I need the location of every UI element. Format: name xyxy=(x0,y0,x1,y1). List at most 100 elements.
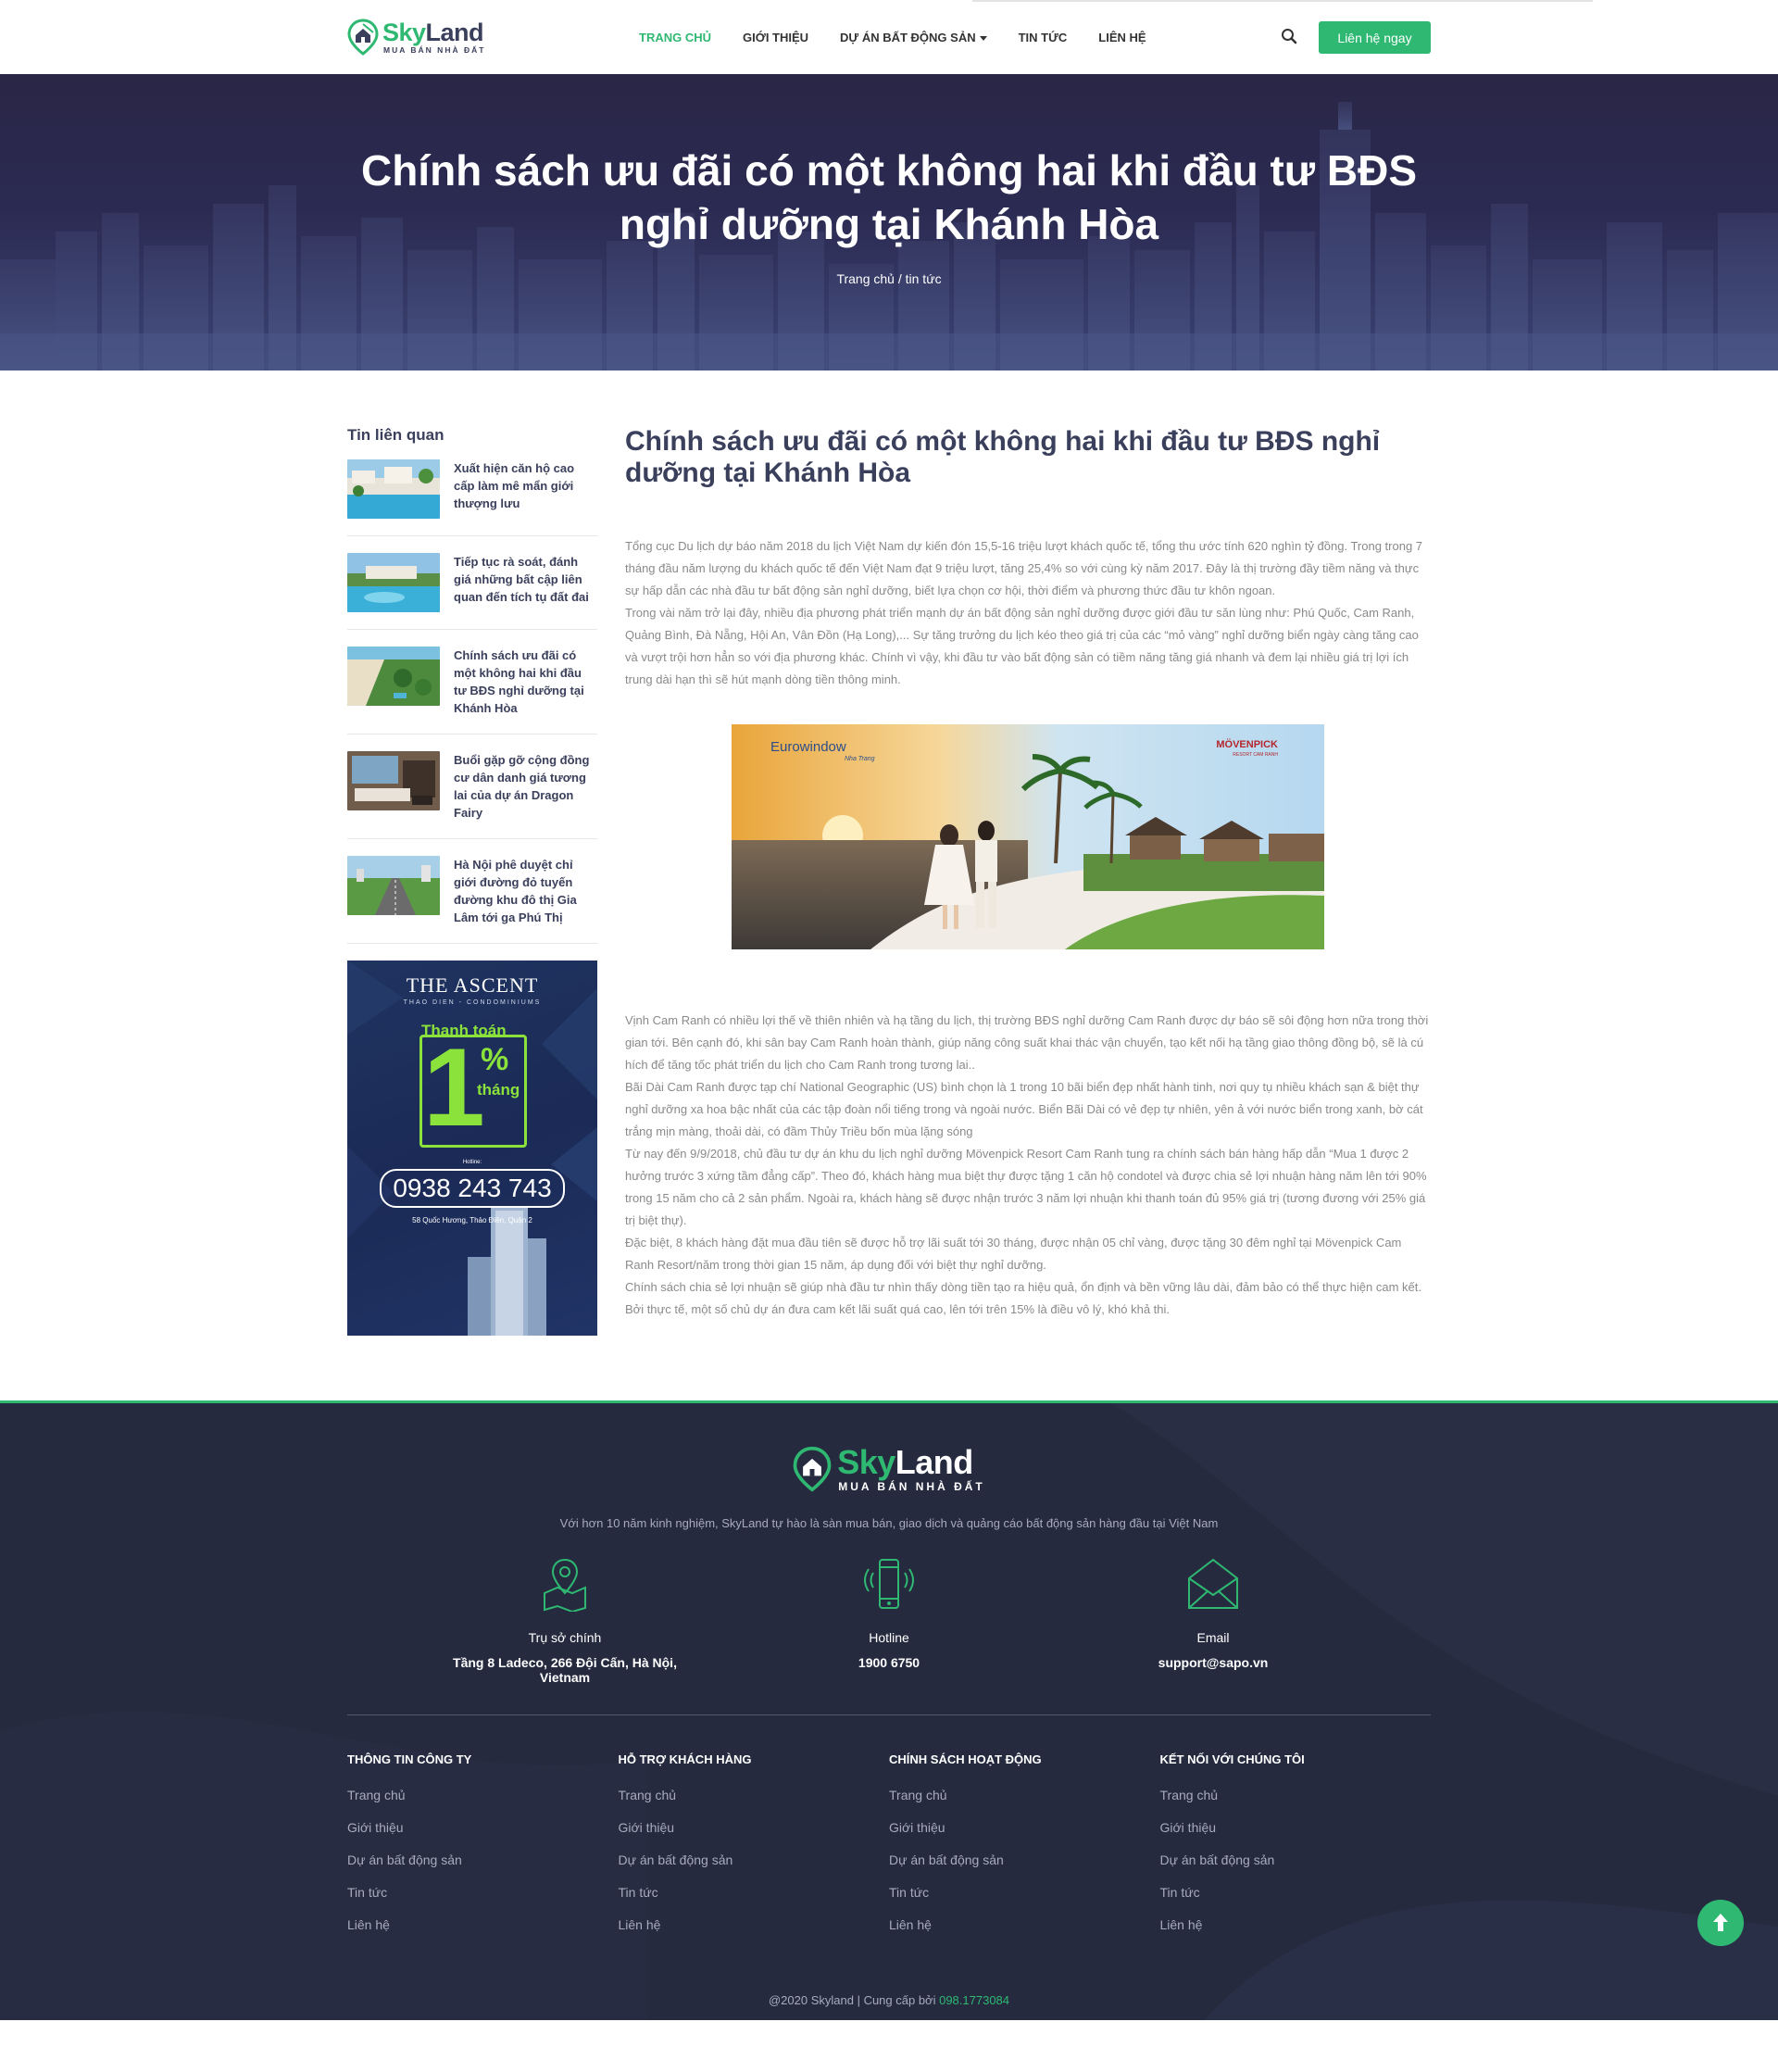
site-footer: SkyLand MUA BÁN NHÀ ĐẤT Với hơn 10 năm k… xyxy=(0,1400,1778,2020)
image-brand-right-sub: RESORT CAM RANH xyxy=(1233,752,1278,758)
article-paragraph: Bãi Dài Cam Ranh được tạp chí National G… xyxy=(625,1080,1423,1138)
envelope-icon xyxy=(1188,1558,1238,1609)
related-news-title[interactable]: Xuất hiện căn hộ cao cấp làm mê mẩn giới… xyxy=(454,459,597,519)
logo-pin-icon xyxy=(347,19,379,56)
footer-col-connect: KẾT NỐI VỚI CHÚNG TÔI Trang chủ Giới thi… xyxy=(1160,1752,1432,1950)
contact-address-value: Tầng 8 Ladeco, 266 Đội Cấn, Hà Nội, Viet… xyxy=(453,1655,677,1685)
footer-link[interactable]: Dự án bất động sản xyxy=(347,1852,619,1867)
article-paragraph: Tổng cục Du lịch dự báo năm 2018 du lịch… xyxy=(625,539,1423,597)
related-news-thumbnail[interactable] xyxy=(347,856,440,915)
footer-link[interactable]: Liên hệ xyxy=(1160,1917,1432,1932)
ad-phone[interactable]: 0938 243 743 xyxy=(380,1169,565,1208)
related-news-title[interactable]: Buổi gặp gỡ cộng đồng cư dân danh giá tư… xyxy=(454,751,597,822)
chevron-down-icon xyxy=(979,35,987,41)
arrow-up-icon[interactable] xyxy=(1697,1900,1744,1946)
related-news-item[interactable]: Hà Nội phê duyệt chỉ giới đường đỏ tuyến… xyxy=(347,856,597,944)
contact-address-label: Trụ sở chính xyxy=(528,1630,602,1645)
sidebar-title: Tin liên quan xyxy=(347,426,444,444)
ad-address: 58 Quốc Hương, Thảo Điền, Quận 2 xyxy=(412,1216,532,1224)
logo-pin-icon xyxy=(793,1446,832,1492)
footer-link[interactable]: Tin tức xyxy=(889,1885,1160,1900)
related-news-thumbnail[interactable] xyxy=(347,459,440,519)
site-header: SkyLand MUA BÁN NHÀ ĐẤT TRANG CHỦ GIỚI T… xyxy=(0,0,1778,74)
ad-hotline-label: Hotline: xyxy=(462,1160,482,1165)
footer-logo-brand-sky: Sky xyxy=(837,1443,895,1481)
nav-item-contact[interactable]: LIÊN HỆ xyxy=(1098,31,1146,44)
footer-link[interactable]: Dự án bất động sản xyxy=(1160,1852,1432,1867)
ad-big-number: 1 xyxy=(423,1025,485,1149)
contact-email: Email support@sapo.vn xyxy=(1074,1556,1352,1685)
nav-item-projects[interactable]: DỰ ÁN BẤT ĐỘNG SẢN xyxy=(840,31,987,44)
footer-contacts: Trụ sở chính Tầng 8 Ladeco, 266 Đội Cấn,… xyxy=(426,1556,1352,1685)
footer-link[interactable]: Dự án bất động sản xyxy=(619,1852,890,1867)
footer-link[interactable]: Tin tức xyxy=(347,1885,619,1900)
footer-link[interactable]: Giới thiệu xyxy=(1160,1820,1432,1835)
contact-hotline-label: Hotline xyxy=(869,1630,909,1645)
contact-hotline-value[interactable]: 1900 6750 xyxy=(750,1655,1028,1670)
footer-columns: THÔNG TIN CÔNG TY Trang chủ Giới thiệu D… xyxy=(347,1752,1431,1950)
related-news-title[interactable]: Tiếp tục rà soát, đánh giá những bất cập… xyxy=(454,553,597,612)
image-brand-left-sub: Nha Trang xyxy=(845,756,875,762)
footer-link[interactable]: Liên hệ xyxy=(619,1917,890,1932)
article: Chính sách ưu đãi có một không hai khi đ… xyxy=(625,426,1431,1336)
copyright-phone-link[interactable]: 098.1773084 xyxy=(939,1993,1009,2007)
footer-logo[interactable]: SkyLand MUA BÁN NHÀ ĐẤT xyxy=(347,1445,1431,1493)
footer-logo-tagline: MUA BÁN NHÀ ĐẤT xyxy=(838,1480,985,1493)
related-news-item[interactable]: Chính sách ưu đãi có một không hai khi đ… xyxy=(347,647,597,735)
footer-col-title: HỖ TRỢ KHÁCH HÀNG xyxy=(618,1752,752,1766)
footer-link[interactable]: Liên hệ xyxy=(889,1917,1160,1932)
article-paragraph: Chính sách chia sẻ lợi nhuận sẽ giúp nhà… xyxy=(625,1280,1421,1316)
footer-link[interactable]: Tin tức xyxy=(619,1885,890,1900)
breadcrumb-home-link[interactable]: Trang chủ xyxy=(836,271,895,286)
contact-hotline: Hotline 1900 6750 xyxy=(750,1556,1028,1685)
footer-link[interactable]: Tin tức xyxy=(1160,1885,1432,1900)
breadcrumb-current: tin tức xyxy=(905,271,942,286)
page-title: Chính sách ưu đãi có một không hai khi đ… xyxy=(360,146,1418,248)
copyright-text: @2020 Skyland | Cung cấp bởi xyxy=(768,1993,940,2007)
image-brand-left: Eurowindow xyxy=(770,739,846,755)
related-news-item[interactable]: Xuất hiện căn hộ cao cấp làm mê mẩn giới… xyxy=(347,459,597,536)
footer-link[interactable]: Giới thiệu xyxy=(889,1820,1160,1835)
article-paragraph: Vịnh Cam Ranh có nhiều lợi thế về thiên … xyxy=(625,1013,1429,1072)
related-news-thumbnail[interactable] xyxy=(347,647,440,706)
footer-link[interactable]: Giới thiệu xyxy=(347,1820,619,1835)
footer-link[interactable]: Trang chủ xyxy=(619,1788,890,1802)
nav-item-news[interactable]: TIN TỨC xyxy=(1019,31,1068,44)
logo-brand-land: Land xyxy=(425,19,484,46)
contact-now-button[interactable]: Liên hệ ngay xyxy=(1319,21,1431,54)
footer-col-policy: CHÍNH SÁCH HOẠT ĐỘNG Trang chủ Giới thiệ… xyxy=(889,1752,1160,1950)
image-brand-right: MÖVENPICK xyxy=(1216,739,1278,750)
article-paragraph: Đặc biệt, 8 khách hàng đặt mua đầu tiên … xyxy=(625,1236,1402,1272)
site-logo[interactable]: SkyLand MUA BÁN NHÀ ĐẤT xyxy=(347,19,625,56)
related-news-title[interactable]: Hà Nội phê duyệt chỉ giới đường đỏ tuyến… xyxy=(454,856,597,926)
footer-link[interactable]: Trang chủ xyxy=(889,1788,1160,1802)
footer-link[interactable]: Trang chủ xyxy=(347,1788,619,1802)
map-pin-icon xyxy=(544,1558,586,1614)
nav-item-home[interactable]: TRANG CHỦ xyxy=(639,31,711,44)
breadcrumb-separator: / xyxy=(894,271,906,286)
phone-icon xyxy=(864,1559,914,1609)
footer-link[interactable]: Giới thiệu xyxy=(619,1820,890,1835)
footer-divider xyxy=(347,1714,1431,1715)
related-news-item[interactable]: Tiếp tục rà soát, đánh giá những bất cập… xyxy=(347,553,597,630)
article-paragraph: Trong vài năm trở lại đây, nhiều địa phư… xyxy=(625,606,1419,686)
nav-item-about[interactable]: GIỚI THIỆU xyxy=(743,31,808,44)
related-news-item[interactable]: Buổi gặp gỡ cộng đồng cư dân danh giá tư… xyxy=(347,751,597,839)
article-paragraph: Từ nay đến 9/9/2018, chủ đầu tư dự án kh… xyxy=(625,1147,1427,1227)
related-news-thumbnail[interactable] xyxy=(347,553,440,612)
breadcrumb: Trang chủ / tin tức xyxy=(0,271,1778,286)
ad-brand: THE ASCENT xyxy=(406,973,539,997)
footer-link[interactable]: Trang chủ xyxy=(1160,1788,1432,1802)
search-icon[interactable] xyxy=(1281,28,1297,44)
main-nav: TRANG CHỦ GIỚI THIỆU DỰ ÁN BẤT ĐỘNG SẢN … xyxy=(639,0,1178,74)
logo-tagline: MUA BÁN NHÀ ĐẤT xyxy=(383,45,486,55)
contact-email-value[interactable]: support@sapo.vn xyxy=(1074,1655,1352,1670)
footer-col-title: CHÍNH SÁCH HOẠT ĐỘNG xyxy=(889,1752,1042,1766)
resort-beach-image xyxy=(732,724,1324,949)
footer-link[interactable]: Liên hệ xyxy=(347,1917,619,1932)
contact-address: Trụ sở chính Tầng 8 Ladeco, 266 Đội Cấn,… xyxy=(426,1556,704,1685)
footer-link[interactable]: Dự án bất động sản xyxy=(889,1852,1160,1867)
ad-banner[interactable]: THE ASCENT THAO DIEN - CONDOMINIUMS Than… xyxy=(347,961,597,1336)
related-news-title[interactable]: Chính sách ưu đãi có một không hai khi đ… xyxy=(454,647,597,717)
related-news-thumbnail[interactable] xyxy=(347,751,440,810)
